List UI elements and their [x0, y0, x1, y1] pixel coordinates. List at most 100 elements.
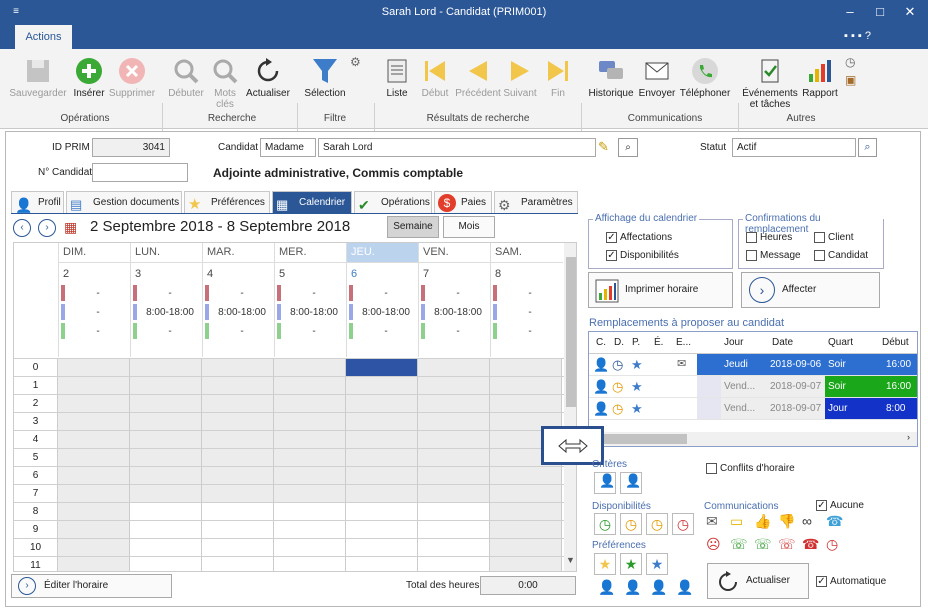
- telephoner-button[interactable]: Téléphoner: [678, 56, 732, 99]
- hour-cell[interactable]: [418, 359, 490, 376]
- tab-preferences[interactable]: ★ Préférences: [184, 191, 270, 213]
- hour-cell[interactable]: [274, 557, 346, 571]
- edit-schedule-button[interactable]: › Éditer l'horaire: [11, 574, 172, 598]
- hour-cell[interactable]: [130, 467, 202, 484]
- hour-cell[interactable]: [490, 359, 562, 376]
- close-button[interactable]: ✕: [896, 2, 924, 22]
- hour-cell[interactable]: [274, 521, 346, 538]
- hour-cell[interactable]: [346, 485, 418, 502]
- phone-red-icon[interactable]: ☏: [778, 536, 796, 553]
- civility-field[interactable]: Madame: [260, 138, 316, 157]
- hour-cell[interactable]: [274, 503, 346, 520]
- hour-cell[interactable]: [58, 557, 130, 571]
- prev-week-button[interactable]: ‹: [13, 219, 31, 237]
- statut-field[interactable]: Actif: [732, 138, 856, 157]
- person-green-icon[interactable]: 👤: [624, 579, 641, 596]
- tab-profil[interactable]: 👤 Profil: [11, 191, 64, 213]
- hour-cell[interactable]: [490, 485, 562, 502]
- briefcase-icon[interactable]: ▣: [845, 73, 856, 87]
- hour-cell[interactable]: [418, 467, 490, 484]
- hour-cell[interactable]: [58, 467, 130, 484]
- hour-cell[interactable]: [58, 431, 130, 448]
- availability-clock-icon[interactable]: ◷: [672, 513, 694, 535]
- hour-cell[interactable]: [202, 467, 274, 484]
- hour-cell[interactable]: [202, 503, 274, 520]
- week-calendar[interactable]: DIM. 2- - - LUN. 3-8:00-18:00- MAR. 4-8:00-18:0…: [13, 242, 577, 572]
- hour-cell[interactable]: [202, 449, 274, 466]
- print-schedule-button[interactable]: Imprimer horaire: [588, 272, 733, 308]
- hour-cell[interactable]: [490, 521, 562, 538]
- hour-cell[interactable]: [346, 431, 418, 448]
- view-week-button[interactable]: Semaine: [387, 216, 439, 238]
- thumbs-up-icon[interactable]: 👍: [754, 513, 771, 530]
- hour-cell[interactable]: [58, 449, 130, 466]
- tab-calendrier[interactable]: ▦ Calendrier: [272, 191, 352, 213]
- hour-cell[interactable]: [490, 395, 562, 412]
- hour-row[interactable]: 0: [14, 358, 564, 377]
- delete-button[interactable]: Supprimer: [108, 56, 156, 99]
- calendar-scrollbar[interactable]: ▼: [564, 243, 576, 571]
- hour-cell[interactable]: [58, 521, 130, 538]
- suivant-button[interactable]: Suivant: [502, 56, 538, 99]
- table-hscrollbar[interactable]: ‹ ›: [589, 432, 917, 446]
- statut-search-icon[interactable]: ⌕: [858, 138, 877, 157]
- hour-row[interactable]: 5: [14, 448, 564, 467]
- ribbon-tab-actions[interactable]: Actions: [15, 25, 72, 49]
- mots-cles-button[interactable]: Mots clés: [208, 56, 242, 110]
- hour-row[interactable]: 7: [14, 484, 564, 503]
- hour-cell[interactable]: [490, 557, 562, 571]
- clock-icon[interactable]: ◷: [845, 55, 855, 69]
- hour-cell[interactable]: [274, 449, 346, 466]
- conflits-checkbox[interactable]: Conflits d'horaire: [706, 463, 795, 475]
- hour-cell[interactable]: [346, 395, 418, 412]
- hour-cell[interactable]: [346, 539, 418, 556]
- hour-cell[interactable]: [346, 449, 418, 466]
- tab-operations[interactable]: ✔ Opérations: [354, 191, 432, 213]
- search-card-icon[interactable]: ⌕: [618, 138, 638, 157]
- hour-cell[interactable]: [130, 359, 202, 376]
- hour-cell[interactable]: [346, 503, 418, 520]
- star-blue-icon[interactable]: ★: [646, 553, 668, 575]
- hour-cell[interactable]: [418, 521, 490, 538]
- scroll-right-icon[interactable]: ›: [907, 432, 910, 442]
- remplacements-table[interactable]: C. D. P. É. E... Jour Date Quart Début 👤 ◷ ★ ✉ Jeudi…: [588, 331, 918, 447]
- hour-cell[interactable]: [346, 377, 418, 394]
- hour-row[interactable]: 6: [14, 466, 564, 485]
- app-menu-icon[interactable]: ≡: [2, 2, 30, 22]
- star-yellow-icon[interactable]: ★: [594, 553, 616, 575]
- envelope-icon[interactable]: ✉: [706, 513, 718, 530]
- hour-cell[interactable]: [130, 449, 202, 466]
- hour-cell[interactable]: [202, 359, 274, 376]
- hour-row[interactable]: 2: [14, 394, 564, 413]
- hour-cell[interactable]: [274, 485, 346, 502]
- person-heart-icon[interactable]: 👤: [598, 579, 615, 596]
- candidat-checkbox[interactable]: Candidat: [814, 250, 868, 262]
- message-checkbox[interactable]: Message: [746, 250, 801, 262]
- hour-cell[interactable]: [274, 359, 346, 376]
- hour-cell[interactable]: [58, 359, 130, 376]
- hour-cell[interactable]: [130, 413, 202, 430]
- hour-cell[interactable]: [130, 431, 202, 448]
- person-yellow-icon[interactable]: 👤: [650, 579, 667, 596]
- selection-button[interactable]: Sélection: [302, 56, 348, 99]
- phone-green-icon[interactable]: ☏: [754, 536, 772, 553]
- hour-cell[interactable]: [346, 413, 418, 430]
- tab-parametres[interactable]: ⚙ Paramètres: [494, 191, 578, 213]
- hour-cell[interactable]: [274, 431, 346, 448]
- debut-button[interactable]: Début: [416, 56, 454, 99]
- tab-documents[interactable]: ▤ Gestion documents: [66, 191, 182, 213]
- hour-cell[interactable]: [58, 395, 130, 412]
- actualiser-filters-button[interactable]: Actualiser: [707, 563, 809, 599]
- insert-button[interactable]: Insérer: [70, 56, 108, 99]
- envoyer-button[interactable]: Envoyer: [638, 56, 676, 99]
- table-row[interactable]: 👤 ◷ ★ Vend... 2018-09-07 Soir 16:00: [589, 376, 917, 398]
- name-field[interactable]: Sarah Lord: [318, 138, 596, 157]
- hour-cell[interactable]: [490, 539, 562, 556]
- evenements-button[interactable]: Événements et tâches: [742, 56, 798, 110]
- hour-cell[interactable]: [418, 539, 490, 556]
- hour-cell[interactable]: [202, 485, 274, 502]
- hour-row[interactable]: 4: [14, 430, 564, 449]
- hour-cell[interactable]: [202, 395, 274, 412]
- hour-cell[interactable]: [274, 413, 346, 430]
- person-red-icon[interactable]: 👤: [676, 579, 693, 596]
